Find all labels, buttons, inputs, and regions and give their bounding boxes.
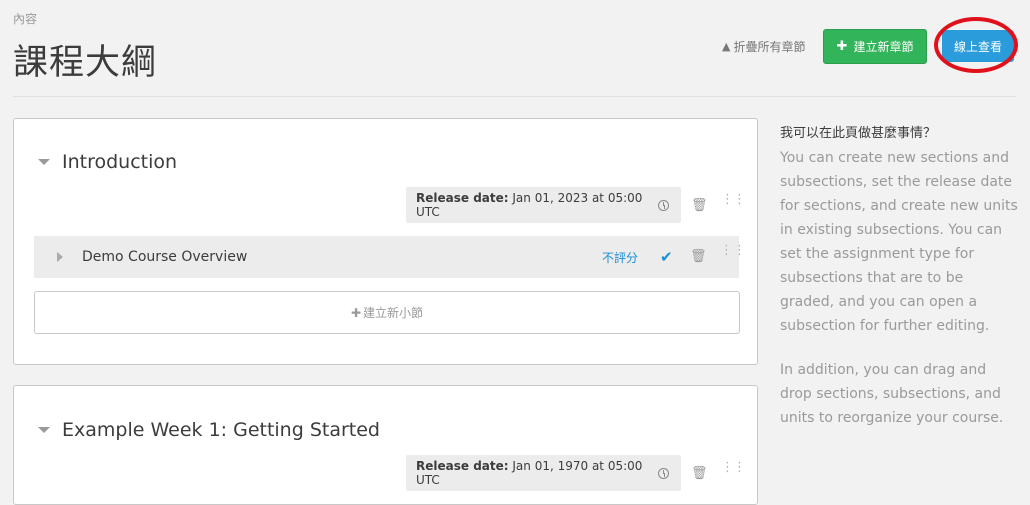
chevron-down-icon[interactable]	[38, 427, 50, 433]
release-date-text: Release date: Jan 01, 2023 at 05:00 UTC	[416, 191, 658, 219]
page-title: 課程大綱	[13, 43, 158, 83]
checkmark-icon[interactable]: ✔	[660, 248, 673, 266]
release-date-text: Release date: Jan 01, 1970 at 05:00 UTC	[416, 459, 658, 487]
section-card: Example Week 1: Getting Started Release …	[13, 385, 758, 505]
clock-icon[interactable]	[658, 199, 669, 211]
section-card: Introduction Release date: Jan 01, 2023 …	[13, 118, 758, 365]
drag-handle-icon[interactable]: ⋮⋮	[721, 461, 746, 474]
new-section-label: 建立新章節	[853, 40, 914, 54]
release-date-label: Release date:	[416, 191, 509, 205]
clock-icon[interactable]	[658, 467, 669, 479]
add-subsection-label: 建立新小節	[363, 306, 424, 320]
drag-handle-icon[interactable]: ⋮⋮	[721, 193, 746, 206]
highlight-annotation	[934, 17, 1018, 73]
section-header[interactable]: Introduction	[38, 151, 177, 173]
section-header[interactable]: Example Week 1: Getting Started	[38, 419, 380, 441]
trash-icon[interactable]: 🗑	[691, 198, 708, 213]
help-title: 我可以在此頁做甚麼事情？	[780, 126, 937, 141]
section-name[interactable]: Introduction	[62, 151, 177, 173]
collapse-all-link[interactable]: ▲ 折疊所有章節	[722, 38, 805, 55]
page-subtitle: 內容	[13, 12, 38, 26]
release-date-box[interactable]: Release date: Jan 01, 1970 at 05:00 UTC	[406, 455, 681, 491]
header-divider	[13, 96, 1016, 97]
section-name[interactable]: Example Week 1: Getting Started	[62, 419, 380, 441]
subsection-name[interactable]: Demo Course Overview	[82, 249, 247, 265]
help-paragraph: You can create new sections and subsecti…	[780, 150, 1018, 334]
help-paragraph: In addition, you can drag and drop secti…	[780, 362, 1004, 426]
trash-icon[interactable]: 🗑	[691, 466, 708, 481]
plus-icon: ✚	[350, 305, 362, 320]
arrow-up-icon: ▲	[722, 40, 731, 53]
plus-icon: ✚	[836, 39, 848, 54]
release-date-box[interactable]: Release date: Jan 01, 2023 at 05:00 UTC	[406, 187, 681, 223]
drag-handle-icon[interactable]: ⋮⋮	[720, 244, 746, 257]
release-date-label: Release date:	[416, 459, 509, 473]
collapse-all-label: 折疊所有章節	[733, 40, 806, 54]
new-section-button[interactable]: ✚ 建立新章節	[823, 29, 927, 64]
chevron-down-icon[interactable]	[38, 159, 50, 165]
trash-icon[interactable]: 🗑	[690, 249, 707, 264]
grading-status-link[interactable]: 不評分	[602, 249, 638, 266]
add-subsection-button[interactable]: ✚ 建立新小節	[34, 291, 740, 334]
chevron-right-icon[interactable]	[57, 252, 63, 262]
subsection-row[interactable]: Demo Course Overview 不評分 ✔ 🗑 ⋮⋮	[34, 236, 746, 278]
